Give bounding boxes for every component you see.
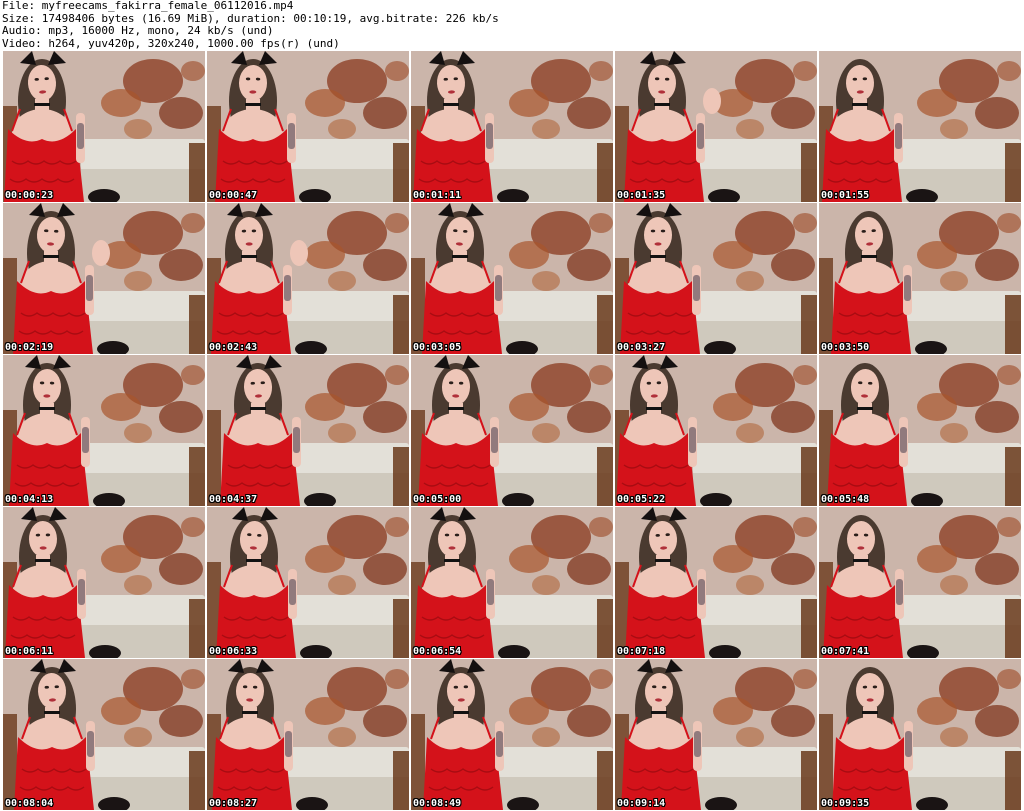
video-thumbnail: 00:08:04 — [3, 659, 205, 810]
thumbnail-frame-image — [819, 51, 1021, 202]
video-thumbnail: 00:00:47 — [207, 51, 409, 202]
thumbnail-frame-image — [411, 507, 613, 658]
thumbnail-timestamp: 00:08:04 — [5, 798, 54, 809]
thumbnail-timestamp: 00:03:27 — [617, 342, 666, 353]
thumbnail-frame-image — [819, 355, 1021, 506]
thumbnail-timestamp: 00:04:13 — [5, 494, 54, 505]
video-thumbnail: 00:07:41 — [819, 507, 1021, 658]
thumbnail-frame-image — [207, 507, 409, 658]
video-thumbnail: 00:06:54 — [411, 507, 613, 658]
video-thumbnail: 00:08:27 — [207, 659, 409, 810]
thumbnail-frame-image — [819, 507, 1021, 658]
thumbnail-timestamp: 00:07:41 — [821, 646, 870, 657]
thumbnail-timestamp: 00:09:35 — [821, 798, 870, 809]
thumbnail-frame-image — [3, 507, 205, 658]
thumbnail-frame-image — [3, 659, 205, 810]
thumbnail-frame-image — [3, 203, 205, 354]
thumbnail-timestamp: 00:01:11 — [413, 190, 462, 201]
thumbnail-timestamp: 00:00:47 — [209, 190, 258, 201]
video-thumbnail: 00:01:35 — [615, 51, 817, 202]
thumbnail-timestamp: 00:05:22 — [617, 494, 666, 505]
video-thumbnail: 00:03:05 — [411, 203, 613, 354]
thumbnail-frame-image — [819, 659, 1021, 810]
thumbnail-frame-image — [207, 51, 409, 202]
video-thumbnail: 00:09:35 — [819, 659, 1021, 810]
thumbnail-timestamp: 00:00:23 — [5, 190, 54, 201]
thumbnail-timestamp: 00:03:50 — [821, 342, 870, 353]
thumbnail-timestamp: 00:08:49 — [413, 798, 462, 809]
thumbnail-frame-image — [615, 51, 817, 202]
video-thumbnail: 00:02:19 — [3, 203, 205, 354]
thumbnail-frame-image — [411, 51, 613, 202]
video-thumbnail: 00:07:18 — [615, 507, 817, 658]
video-thumbnail: 00:02:43 — [207, 203, 409, 354]
thumbnail-frame-image — [615, 355, 817, 506]
thumbnail-frame-image — [615, 203, 817, 354]
thumbnail-timestamp: 00:01:55 — [821, 190, 870, 201]
file-info-header: File: myfreecams_fakirra_female_06112016… — [2, 0, 1020, 50]
thumbnail-timestamp: 00:03:05 — [413, 342, 462, 353]
thumbnail-timestamp: 00:01:35 — [617, 190, 666, 201]
thumbnail-timestamp: 00:02:43 — [209, 342, 258, 353]
video-info-line: Video: h264, yuv420p, 320x240, 1000.00 f… — [2, 37, 340, 50]
video-thumbnail: 00:01:55 — [819, 51, 1021, 202]
video-thumbnail: 00:03:50 — [819, 203, 1021, 354]
video-thumbnail: 00:06:33 — [207, 507, 409, 658]
thumbnail-timestamp: 00:07:18 — [617, 646, 666, 657]
thumbnail-frame-image — [411, 355, 613, 506]
video-thumbnail: 00:03:27 — [615, 203, 817, 354]
thumbnail-frame-image — [207, 203, 409, 354]
thumbnail-frame-image — [411, 203, 613, 354]
thumbnail-frame-image — [207, 659, 409, 810]
file-name-line: File: myfreecams_fakirra_female_06112016… — [2, 0, 294, 12]
video-thumbnail: 00:04:13 — [3, 355, 205, 506]
thumbnail-frame-image — [207, 355, 409, 506]
video-thumbnail: 00:00:23 — [3, 51, 205, 202]
thumbnail-timestamp: 00:09:14 — [617, 798, 666, 809]
thumbnail-timestamp: 00:06:54 — [413, 646, 462, 657]
thumbnail-frame-image — [3, 355, 205, 506]
thumbnail-timestamp: 00:08:27 — [209, 798, 258, 809]
audio-info-line: Audio: mp3, 16000 Hz, mono, 24 kb/s (und… — [2, 25, 274, 37]
thumbnail-timestamp: 00:02:19 — [5, 342, 54, 353]
thumbnail-timestamp: 00:05:48 — [821, 494, 870, 505]
thumbnail-timestamp: 00:06:33 — [209, 646, 258, 657]
video-thumbnail: 00:05:48 — [819, 355, 1021, 506]
thumbnail-frame-image — [819, 203, 1021, 354]
thumbnail-frame-image — [615, 507, 817, 658]
thumbnail-frame-image — [615, 659, 817, 810]
video-thumbnail: 00:01:11 — [411, 51, 613, 202]
video-thumbnail: 00:06:11 — [3, 507, 205, 658]
video-thumbnail: 00:08:49 — [411, 659, 613, 810]
video-thumbnail: 00:05:00 — [411, 355, 613, 506]
video-thumbnail: 00:04:37 — [207, 355, 409, 506]
thumbnail-frame-image — [411, 659, 613, 810]
video-thumbnail: 00:09:14 — [615, 659, 817, 810]
thumbnail-timestamp: 00:04:37 — [209, 494, 258, 505]
video-thumbnail: 00:05:22 — [615, 355, 817, 506]
file-size-line: Size: 17498406 bytes (16.69 MiB), durati… — [2, 12, 499, 25]
thumbnail-timestamp: 00:05:00 — [413, 494, 462, 505]
thumbnail-timestamp: 00:06:11 — [5, 646, 54, 657]
thumbnail-frame-image — [3, 51, 205, 202]
thumbnail-grid: 00:00:23 00:00:47 00:01:11 00:01:35 00:01:55… — [3, 51, 1023, 811]
